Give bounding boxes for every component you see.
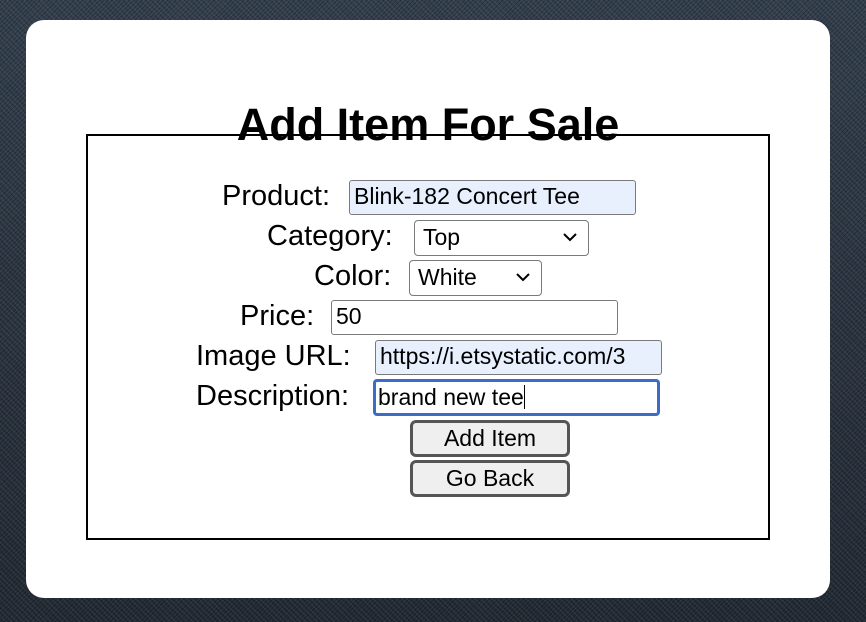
product-label: Product: bbox=[222, 180, 330, 212]
product-row: Product: Blink-182 Concert Tee bbox=[88, 178, 768, 216]
color-row: Color: White bbox=[88, 258, 768, 296]
image-url-label: Image URL: bbox=[196, 340, 351, 372]
price-input[interactable]: 50 bbox=[331, 300, 618, 335]
category-select[interactable]: Top bbox=[414, 220, 589, 256]
category-selected-value: Top bbox=[423, 224, 461, 250]
price-label: Price: bbox=[240, 300, 315, 332]
category-row: Category: Top bbox=[88, 218, 768, 256]
color-select[interactable]: White bbox=[409, 260, 542, 296]
description-row: Description: brand new tee bbox=[88, 378, 768, 416]
color-selected-value: White bbox=[418, 264, 477, 290]
price-row: Price: 50 bbox=[88, 298, 768, 336]
image-url-row: Image URL: https://i.etsystatic.com/3 bbox=[88, 338, 768, 376]
go-back-button[interactable]: Go Back bbox=[410, 460, 570, 497]
description-label: Description: bbox=[196, 380, 350, 412]
description-value: brand new tee bbox=[378, 384, 524, 410]
chevron-down-icon bbox=[516, 273, 530, 282]
product-input[interactable]: Blink-182 Concert Tee bbox=[349, 180, 636, 215]
description-input[interactable]: brand new tee bbox=[373, 379, 660, 416]
chevron-down-icon bbox=[563, 233, 577, 242]
add-item-form: Product: Blink-182 Concert Tee Category:… bbox=[86, 134, 770, 540]
color-label: Color: bbox=[314, 260, 392, 292]
text-caret bbox=[523, 385, 525, 409]
category-label: Category: bbox=[267, 220, 393, 252]
image-url-input[interactable]: https://i.etsystatic.com/3 bbox=[375, 340, 662, 375]
form-card: Add Item For Sale Product: Blink-182 Con… bbox=[26, 20, 830, 598]
add-item-button[interactable]: Add Item bbox=[410, 420, 570, 457]
